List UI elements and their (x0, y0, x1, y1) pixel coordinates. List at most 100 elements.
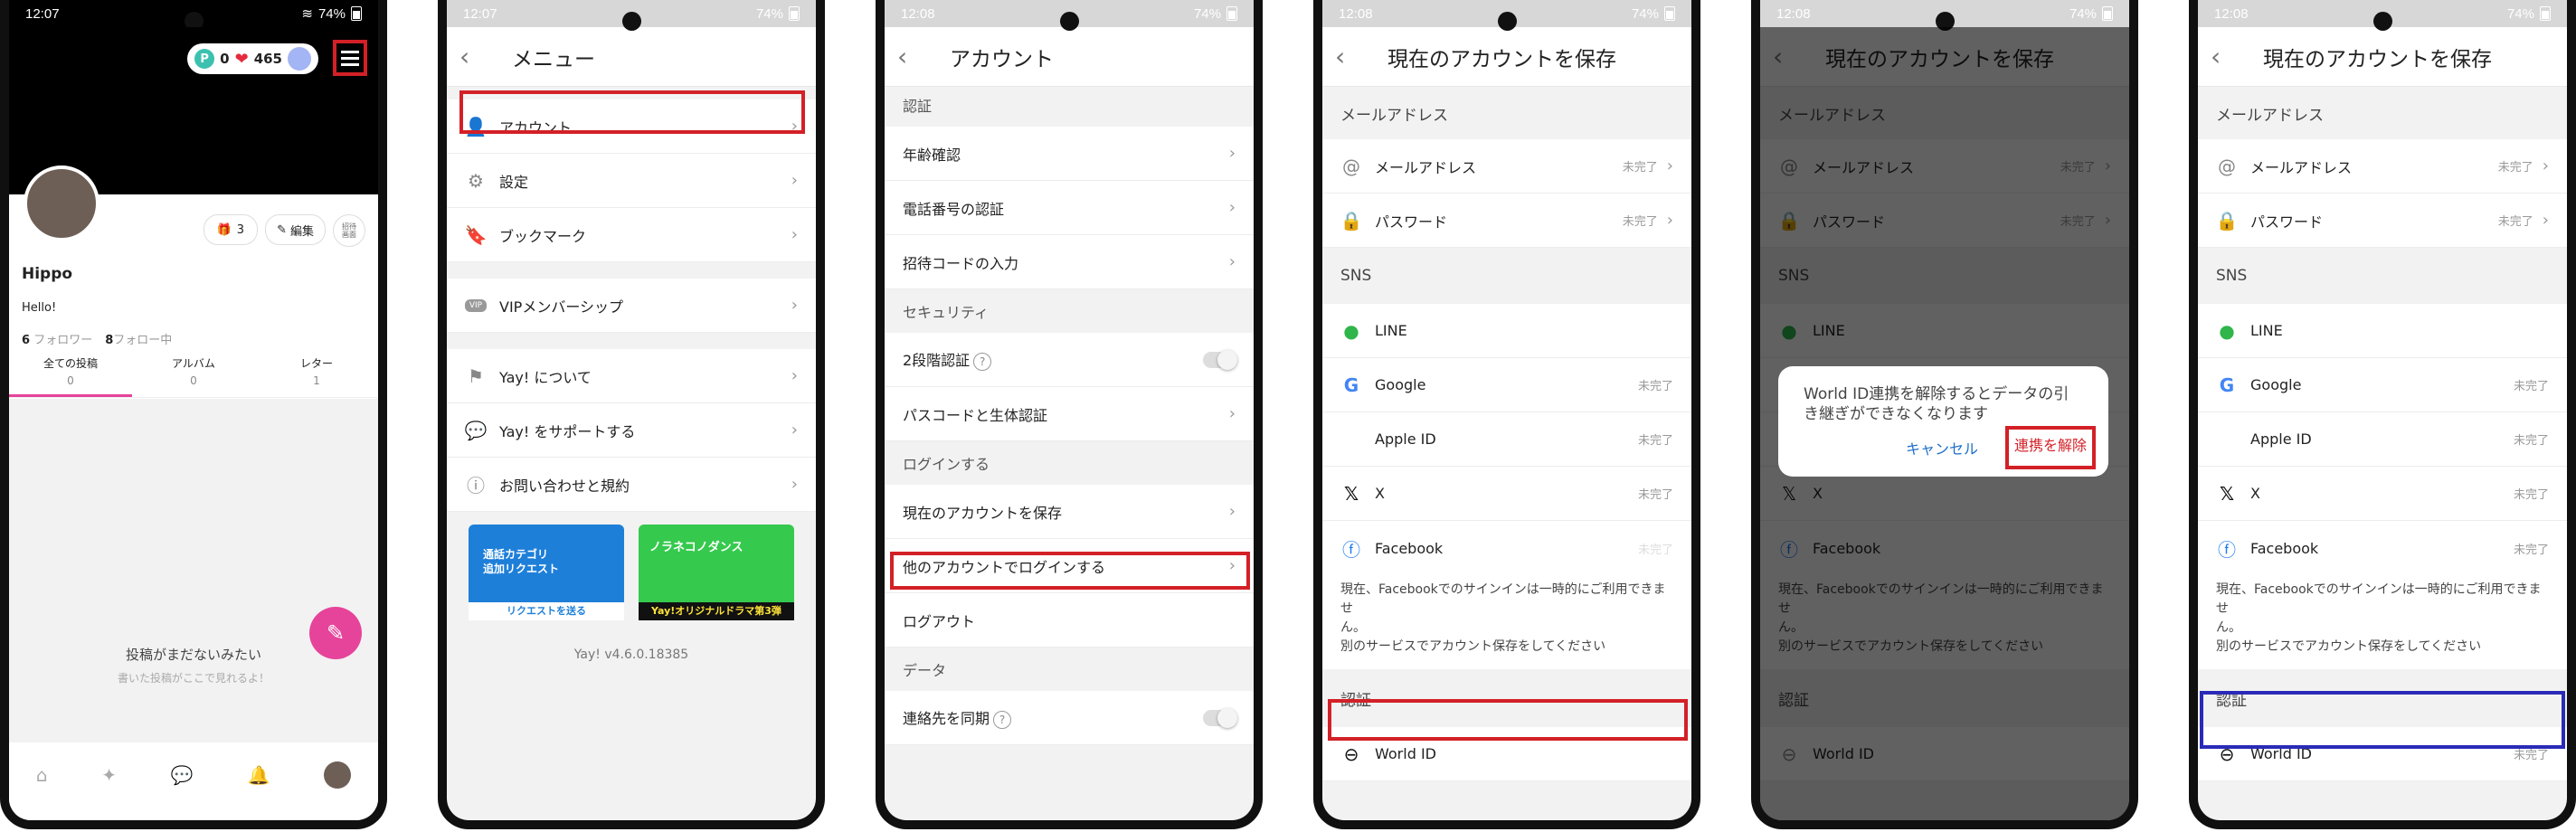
menu-item-about[interactable]: ⚑ Yay! について › (447, 349, 816, 403)
followers-link[interactable]: 6 フォロワー (22, 330, 92, 347)
banner-call-category[interactable]: 通話カテゴリ 追加リクエスト リクエストを送る (469, 525, 624, 620)
row-login-other-account[interactable]: 他のアカウントでログインする › (885, 539, 1254, 593)
empty-subtitle: 書いた投稿がここで見れるよ！ (117, 672, 270, 685)
menu-item-settings[interactable]: ⚙ 設定 › (447, 154, 816, 208)
row-google[interactable]: G Google 未完了 (1322, 358, 1691, 412)
following-link[interactable]: 8フォロー中 (105, 330, 172, 347)
battery-percent: 74% (317, 5, 346, 22)
row-world-id[interactable]: ⊖ World ID 未完了 (2198, 727, 2567, 781)
row-apple-id[interactable]: Apple ID 未完了 (1322, 412, 1691, 467)
row-2fa[interactable]: 2段階認証? (885, 333, 1254, 387)
home-icon[interactable]: ⌂ (36, 764, 48, 786)
back-arrow-icon[interactable]: ‹ (2211, 42, 2249, 71)
tab-letter[interactable]: レター 1 (255, 355, 378, 397)
chevron-right-icon: › (1228, 144, 1236, 163)
row-apple-id[interactable]: Apple ID 未完了 (2198, 412, 2567, 467)
row-sync-contacts[interactable]: 連絡先を同期? (885, 691, 1254, 745)
menu-item-bookmark[interactable]: 🔖 ブックマーク › (447, 208, 816, 262)
compose-fab[interactable]: ✎ (309, 607, 362, 659)
status-bar: 12:08 74% (1322, 0, 1691, 31)
row-password[interactable]: 🔒 パスワード 未完了 › (1322, 194, 1691, 248)
mascot-icon (288, 47, 311, 71)
toggle-2fa[interactable] (1203, 349, 1237, 370)
points-pill[interactable]: P 0 ❤ 465 (187, 43, 318, 74)
tab-album[interactable]: アルバム 0 (132, 355, 255, 397)
battery-icon (1664, 6, 1675, 21)
profile-bio: Hello! (22, 301, 57, 315)
tab-all-posts[interactable]: 全ての投稿 0 (9, 355, 132, 397)
facebook-logo-icon: ⓕ (2218, 538, 2236, 561)
phone-save-account-screen: 12:08 74% ‹ 現在のアカウントを保存 メールアドレス @ メールアドレス… (1313, 0, 1700, 829)
wifi-icon: ≋ (301, 6, 313, 22)
notification-bell-icon[interactable]: 🔔 (247, 764, 270, 786)
row-age-verification[interactable]: 年齢確認 › (885, 127, 1254, 181)
pencil-icon: ✎ (277, 222, 287, 237)
gift-badge-button[interactable]: 🎁 3 (203, 214, 259, 245)
help-icon[interactable]: ? (993, 711, 1012, 729)
avatar[interactable] (24, 165, 99, 241)
world-id-logo-icon: ⊖ (2219, 742, 2235, 765)
discover-icon[interactable]: ✦ (101, 764, 117, 786)
unlink-button[interactable]: 連携を解除 (2004, 426, 2096, 469)
google-logo-icon: G (1343, 373, 1359, 396)
back-arrow-icon[interactable]: ‹ (459, 42, 497, 71)
app-version: Yay! v4.6.0.18385 (573, 648, 689, 662)
battery-icon (1226, 6, 1237, 21)
row-x[interactable]: 𝕏 X 未完了 (1322, 467, 1691, 521)
qr-invite-button[interactable]: 招待 画面 (333, 214, 365, 247)
chat-icon[interactable]: 💬 (171, 764, 194, 786)
row-password[interactable]: 🔒 パスワード 未完了 › (2198, 194, 2567, 248)
row-facebook[interactable]: ⓕ Facebook 未完了 (2198, 521, 2567, 575)
account-header: ‹ アカウント (885, 27, 1254, 87)
row-invite-code[interactable]: 招待コードの入力 › (885, 235, 1254, 289)
back-arrow-icon[interactable]: ‹ (1335, 42, 1373, 71)
edit-profile-button[interactable]: ✎ 編集 (265, 214, 326, 245)
row-passcode-biometric[interactable]: パスコードと生体認証 › (885, 387, 1254, 441)
hearts-count: 465 (253, 51, 282, 67)
points-count: 0 (220, 51, 230, 67)
row-save-current-account[interactable]: 現在のアカウントを保存 › (885, 485, 1254, 539)
gift-icon: 🎁 (216, 222, 232, 237)
chevron-right-icon: › (1228, 556, 1236, 575)
status-time: 12:08 (2214, 5, 2249, 22)
points-icon: P (194, 49, 215, 69)
row-logout[interactable]: ログアウト (885, 593, 1254, 648)
section-header: セキュリティ (885, 289, 1254, 333)
hamburger-menu-button[interactable] (333, 40, 367, 76)
row-google[interactable]: G Google 未完了 (2198, 358, 2567, 412)
battery-percent: 74% (1193, 5, 1221, 22)
help-icon[interactable]: ? (973, 353, 992, 371)
row-email[interactable]: @ メールアドレス 未完了 › (2198, 139, 2567, 194)
status-bar: 12:07 ≋ 74% (9, 0, 378, 31)
chat-bubble-icon: 💬 (464, 419, 488, 441)
cancel-button[interactable]: キャンセル (1906, 431, 1978, 464)
toggle-sync-contacts[interactable] (1203, 707, 1237, 728)
chevron-right-icon: › (1228, 198, 1236, 217)
page-title: 現在のアカウントを保存 (2263, 47, 2492, 71)
row-x[interactable]: 𝕏 X 未完了 (2198, 467, 2567, 521)
heart-icon: ❤ (234, 49, 249, 69)
row-email[interactable]: @ メールアドレス 未完了 › (1322, 139, 1691, 194)
profile-tabs: 全ての投稿 0 アルバム 0 レター 1 (9, 355, 378, 398)
chevron-right-icon: › (791, 421, 798, 440)
menu-item-support[interactable]: 💬 Yay! をサポートする › (447, 403, 816, 458)
menu-item-contact[interactable]: ⓘ お問い合わせと規約 › (447, 458, 816, 512)
row-line[interactable]: ● LINE (1322, 304, 1691, 358)
row-facebook[interactable]: ⓕ Facebook 未完了 (1322, 521, 1691, 575)
page-title: アカウント (950, 47, 1054, 71)
menu-item-vip[interactable]: VIP VIPメンバーシップ › (447, 279, 816, 333)
row-phone-verification[interactable]: 電話番号の認証 › (885, 181, 1254, 235)
profile-tab-avatar[interactable] (324, 761, 352, 789)
back-arrow-icon[interactable]: ‹ (897, 42, 935, 71)
row-world-id[interactable]: ⊖ World ID (1322, 727, 1691, 781)
status-time: 12:07 (25, 5, 60, 22)
section-header-auth: 認証 (2198, 669, 2567, 727)
menu-header: ‹ メニュー (447, 27, 816, 87)
row-line[interactable]: ● LINE (2198, 304, 2567, 358)
menu-item-account[interactable]: 👤 アカウント › (447, 99, 816, 154)
bottom-tab-bar: ⌂ ✦ 💬 🔔 (9, 742, 378, 808)
chevron-right-icon: › (791, 117, 798, 136)
page-title: メニュー (512, 47, 595, 71)
banner-drama[interactable]: ノラネコノダンス Yay!オリジナルドラマ第3弾 (639, 525, 794, 620)
section-header-auth: 認証 (1322, 669, 1691, 727)
